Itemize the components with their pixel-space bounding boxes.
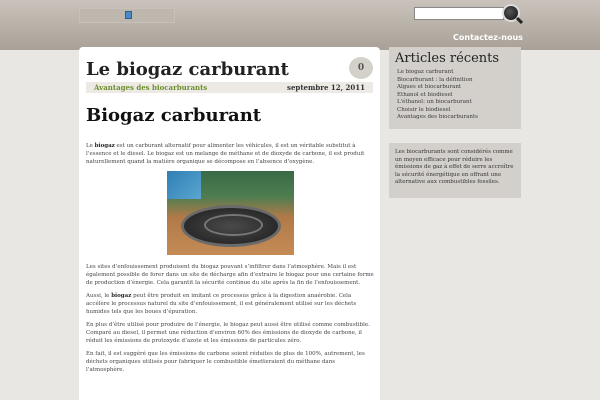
search-input[interactable] [414, 7, 504, 20]
biogas-digester-photo [166, 171, 294, 255]
article-paragraph: Aussi, le biogaz peut être produit en im… [86, 293, 357, 315]
recent-post-link[interactable]: Ethanol et biodiesel [395, 92, 515, 100]
recent-post-link[interactable]: L'éthanol: un biocarburant [395, 99, 515, 107]
recent-posts-widget: Articles récents Le biogaz carburant Bio… [389, 47, 521, 129]
recent-post-link[interactable]: Biocarburant : la définition [395, 77, 515, 85]
article-paragraph: En plus d’être utilisé pour produire de … [86, 322, 370, 344]
recent-post-link[interactable]: Algues et biocarburant [395, 84, 515, 92]
post-category-link[interactable]: Avantages des biocarburants [94, 82, 207, 93]
recent-posts-list: Le biogaz carburant Biocarburant : la dé… [395, 69, 515, 122]
site-logo[interactable] [79, 8, 175, 23]
site-header: Contactez-nous [0, 0, 600, 50]
article-paragraph: Le biogaz est un carburant alternatif po… [86, 143, 365, 165]
post-meta-bar: Avantages des biocarburants septembre 12… [86, 82, 373, 93]
text-widget: Les biocarburants sont considérés comme … [389, 143, 521, 198]
keyword-bold: biogaz [111, 293, 132, 299]
main-content: Le biogaz carburant 0 Avantages des bioc… [79, 47, 380, 400]
post-title[interactable]: Le biogaz carburant [86, 59, 289, 80]
broken-image-icon [125, 11, 132, 19]
article-paragraph: En fait, il est suggéré que les émission… [86, 351, 365, 373]
recent-post-link[interactable]: Choisir le biodiesel [395, 107, 515, 115]
article-body: Le biogaz est un carburant alternatif po… [86, 142, 374, 379]
article-heading: Biogaz carburant [86, 105, 262, 126]
nav-link-contact[interactable]: Contactez-nous [453, 33, 523, 42]
keyword-bold: biogaz [94, 143, 115, 149]
comment-count-badge[interactable]: 0 [349, 57, 373, 79]
search-icon[interactable] [502, 4, 520, 22]
recent-post-link[interactable]: Avantages des biocarburants [395, 114, 515, 122]
blue-tarp-shape [166, 171, 201, 199]
article-paragraph: Les sites d’enfouissement produisent du … [86, 264, 374, 286]
post-date: septembre 12, 2011 [287, 83, 365, 92]
digester-dome-shape [180, 205, 281, 247]
recent-post-link[interactable]: Le biogaz carburant [395, 69, 515, 77]
widget-title: Articles récents [395, 51, 500, 66]
